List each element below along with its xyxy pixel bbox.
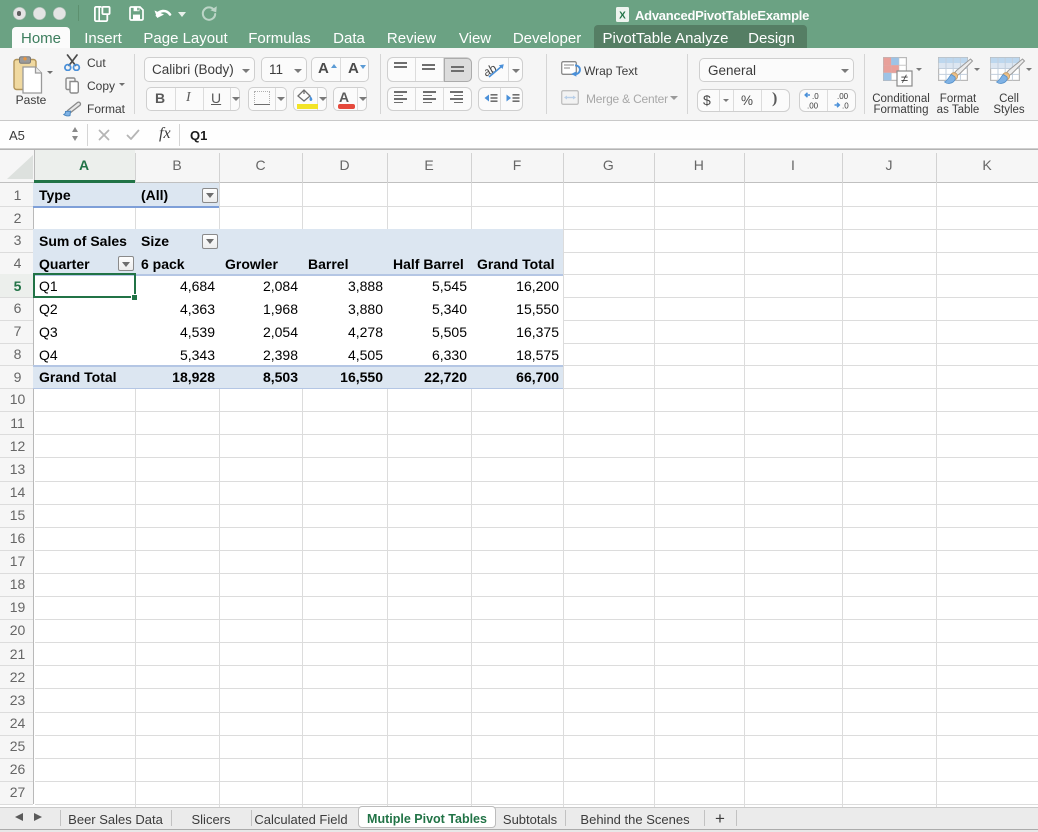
- svg-text:.0: .0: [812, 92, 819, 101]
- svg-text:.00: .00: [807, 102, 819, 111]
- svg-text:.0: .0: [842, 102, 849, 111]
- svg-text:X: X: [619, 11, 626, 22]
- svg-text:≠: ≠: [901, 71, 908, 86]
- svg-text:.00: .00: [837, 92, 849, 101]
